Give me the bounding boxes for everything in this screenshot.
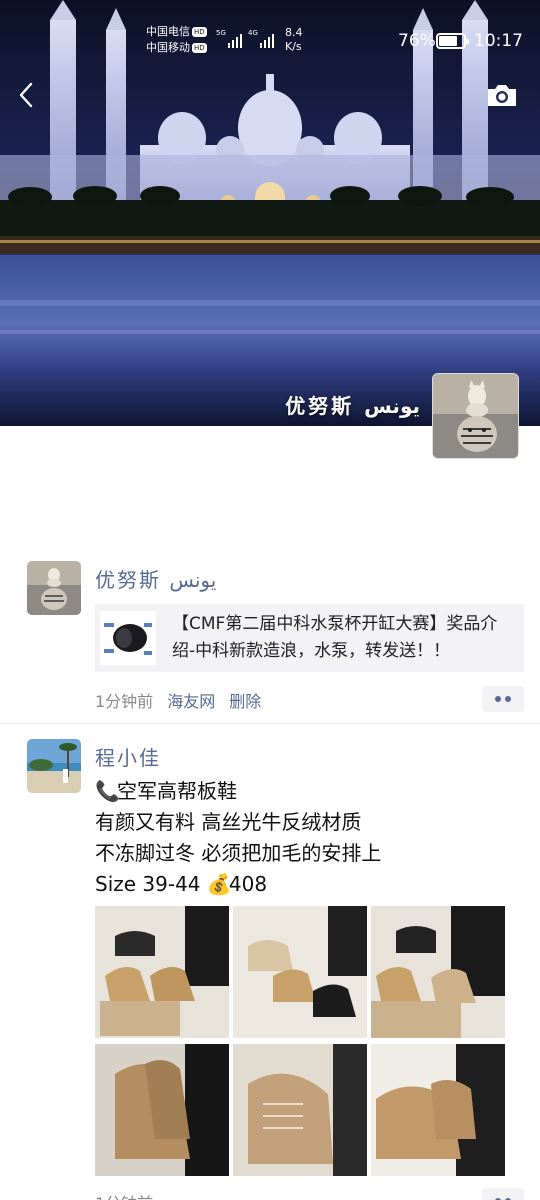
photo-thumbnail[interactable] [233,906,367,1038]
author-name[interactable]: 程小佳 [95,742,161,771]
clock: 10:17 [474,31,523,51]
post-text-line: 有颜又有料 高丝光牛反绒材质 [95,810,362,834]
phone-emoji-icon: 📞 [95,779,120,803]
shared-link-card[interactable]: 【CMF第二届中科水泵杯开缸大赛】奖品介绍-中科新款造浪，水泵，转发送！！ [95,604,524,672]
beach-photo-image [27,739,81,793]
avatar[interactable] [27,561,81,615]
delete-button[interactable]: 删除 [229,692,261,711]
battery-percent: 76% [398,31,436,51]
avatar[interactable] [27,739,81,793]
post-text: 📞空军高帮板鞋 有颜又有料 高丝光牛反绒材质 不冻脚过冬 必须把加毛的安排上 S… [95,776,381,900]
back-button[interactable] [14,80,42,110]
money-bag-emoji-icon: 💰 [206,872,232,896]
moment-post-1: 优努斯 يونس 【CMF第二届中科水泵杯开缸大赛】奖品介绍-中科新款造浪，水泵… [0,560,540,724]
boots-photo-image [233,906,367,1038]
post-text-line: 📞空军高帮板鞋 [95,776,381,807]
boots-photo-image [95,906,229,1038]
post-text-line: 不冻脚过冬 必须把加毛的安排上 [95,841,382,865]
network-speed: 8.4 K/s [285,26,303,53]
post-meta: 1分钟前 海友网 删除 [95,688,275,712]
cover-avatar[interactable] [432,373,519,459]
cover-photo[interactable]: 中国电信 HD 中国移动 HD 5G 4G 8.4 K/s 76% 10:17 优努斯 [0,0,540,426]
more-actions-button[interactable] [482,1188,524,1200]
photo-thumbnail[interactable] [371,1044,505,1176]
dot-icon [495,696,501,702]
boot-closeup-image [371,1044,505,1176]
moment-post-2: 程小佳 📞空军高帮板鞋 有颜又有料 高丝光牛反绒材质 不冻脚过冬 必须把加毛的安… [0,738,540,1200]
post-text-line: Size 39-44 💰408 [95,869,381,900]
cat-tiger-reflection-image [433,374,518,458]
boot-closeup-image [233,1044,367,1176]
post-time: 1分钟前 [95,1190,153,1200]
signal-icon-2: 4G [248,29,278,48]
carrier-1: 中国电信 HD [146,25,207,38]
photo-thumbnail[interactable] [371,906,505,1038]
boot-closeup-image [95,1044,229,1176]
boots-photo-image [371,906,505,1038]
cat-tiger-reflection-image [27,561,81,615]
camera-button[interactable] [486,82,518,108]
photo-thumbnail[interactable] [233,1044,367,1176]
signal-icon-1: 5G [216,29,246,48]
photo-grid [95,906,505,1176]
post-time: 1分钟前 [95,692,154,711]
cover-user-name: 优努斯 يونس [285,394,420,418]
photo-thumbnail[interactable] [95,906,229,1038]
photo-thumbnail[interactable] [95,1044,229,1176]
camera-icon [488,85,516,106]
status-bar: 中国电信 HD 中国移动 HD 5G 4G 8.4 K/s 76% 10:17 [0,0,540,80]
link-title: 【CMF第二届中科水泵杯开缸大赛】奖品介绍-中科新款造浪，水泵，转发送！！ [172,614,498,661]
water-pump-image [100,611,156,665]
carrier-2: 中国移动 HD [146,41,207,54]
dot-icon [505,696,511,702]
battery-icon [436,33,469,49]
more-actions-button[interactable] [482,686,524,712]
post-source[interactable]: 海友网 [167,692,215,711]
price: 408 [228,872,268,896]
author-name[interactable]: 优努斯 يونس [95,564,216,593]
chevron-left-icon [19,82,33,108]
link-thumbnail [100,611,156,665]
